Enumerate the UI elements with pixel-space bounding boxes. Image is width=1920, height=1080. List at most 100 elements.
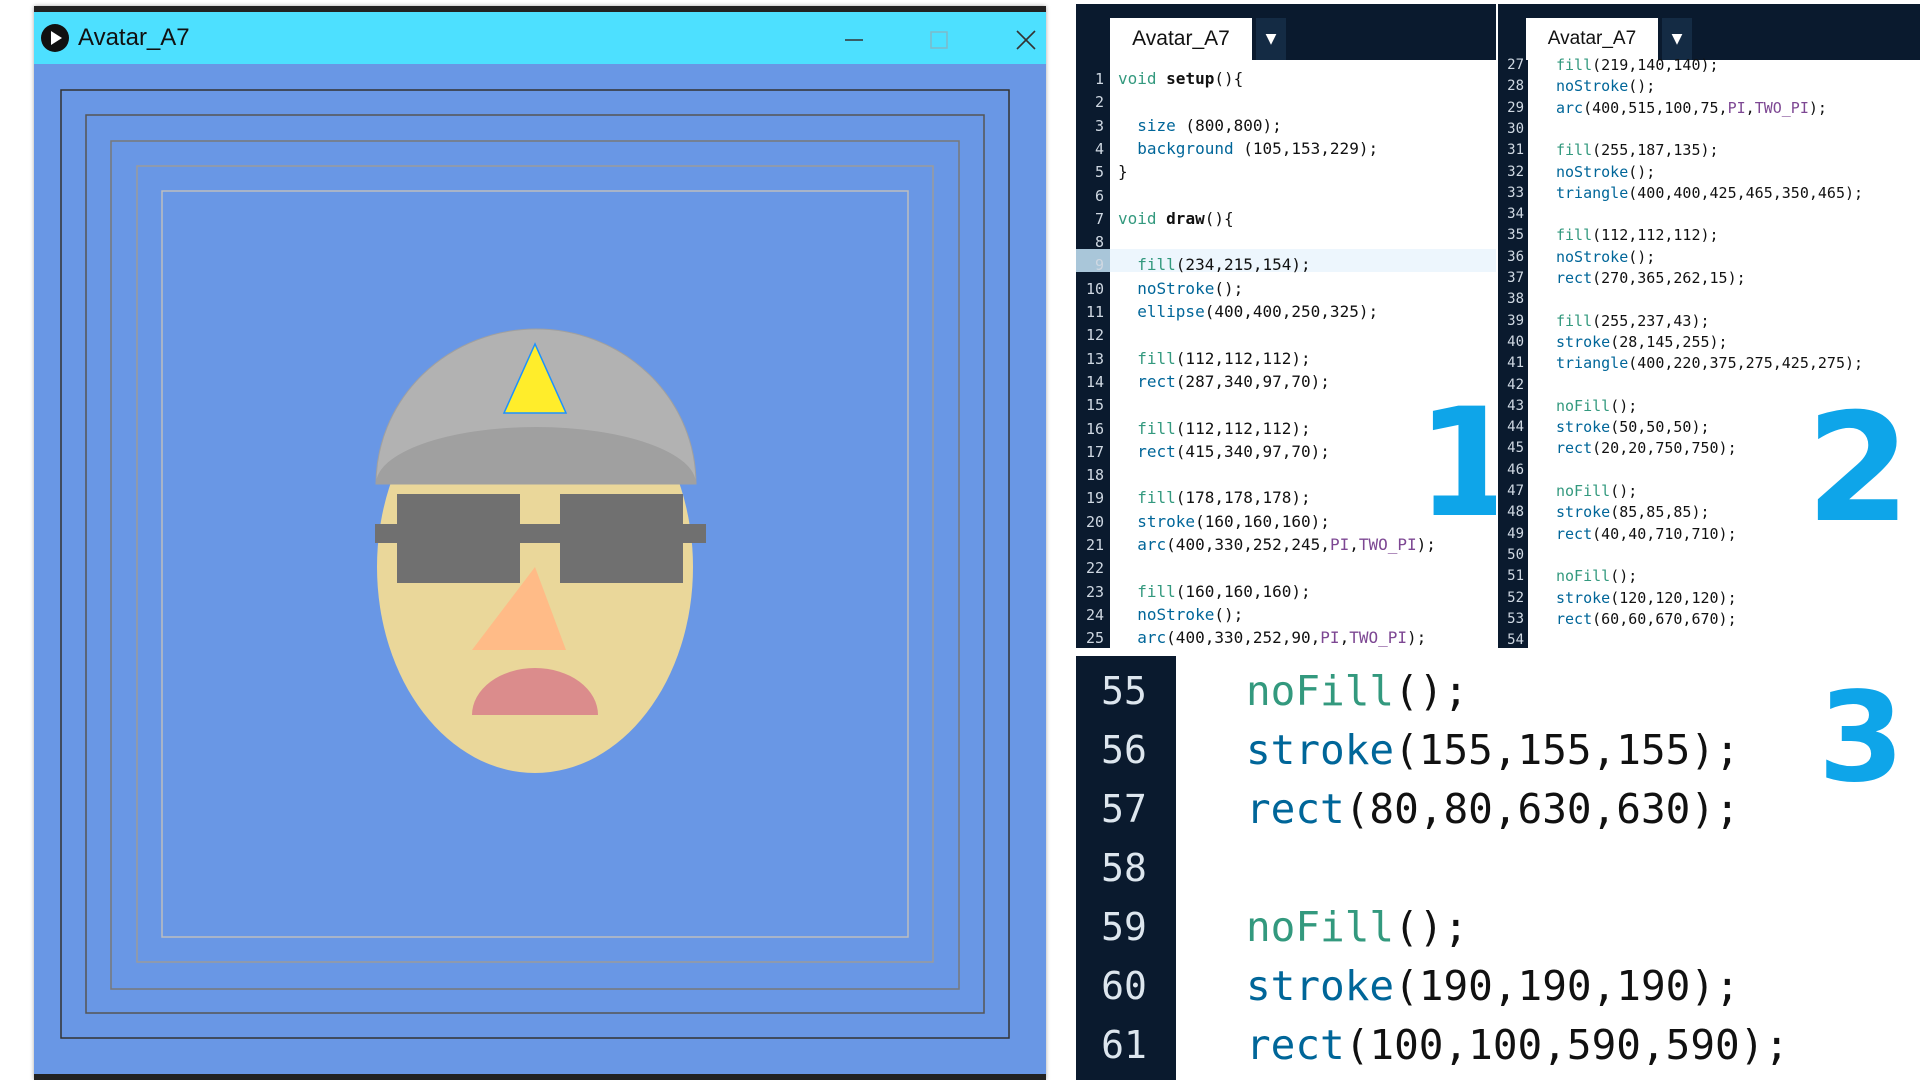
line-number: 9 (1094, 256, 1104, 275)
window-title: Avatar_A7 (78, 24, 190, 51)
line-number: 58 (1101, 846, 1147, 890)
code-line[interactable]: noStroke(); (1118, 605, 1243, 625)
code-line[interactable]: noFill(); (1556, 566, 1637, 586)
line-number: 50 (1507, 546, 1524, 563)
line-number: 55 (1101, 669, 1147, 713)
triangle-down-icon: ▼ (1265, 31, 1277, 47)
code-line[interactable]: triangle(400,400,425,465,350,465); (1556, 183, 1863, 203)
panel-number-label: 3 (1818, 666, 1905, 810)
code-line[interactable]: arc(400,330,252,245,PI,TWO_PI); (1118, 535, 1436, 555)
avatar-glasses-left (397, 494, 520, 583)
line-number: 17 (1085, 442, 1104, 461)
code-line[interactable]: stroke(155,155,155); (1246, 727, 1740, 773)
code-line[interactable]: rect(415,340,97,70); (1118, 442, 1330, 462)
line-number: 13 (1085, 349, 1104, 368)
line-number: 34 (1507, 206, 1524, 223)
code-line[interactable]: rect(40,40,710,710); (1556, 524, 1737, 544)
code-line[interactable]: stroke(50,50,50); (1556, 417, 1710, 437)
avatar-glasses-right (560, 494, 683, 583)
code-line[interactable]: noStroke(); (1556, 76, 1655, 96)
tab-avatar-a7[interactable]: Avatar_A7 (1110, 18, 1252, 60)
triangle-down-icon: ▼ (1671, 31, 1683, 47)
code-line[interactable]: noStroke(); (1556, 162, 1655, 182)
code-line[interactable]: noStroke(); (1118, 279, 1243, 299)
line-number: 20 (1085, 512, 1104, 531)
line-number: 46 (1507, 461, 1524, 478)
code-line[interactable]: rect(287,340,97,70); (1118, 372, 1330, 392)
code-line[interactable]: noFill(); (1246, 668, 1468, 714)
line-number: 52 (1507, 589, 1524, 606)
code-line[interactable]: triangle(400,220,375,275,425,275); (1556, 353, 1863, 373)
window-title-bar[interactable]: Avatar_A7 (34, 12, 1046, 64)
code-line[interactable]: fill(255,237,43); (1556, 311, 1710, 331)
code-line[interactable]: stroke(160,160,160); (1118, 512, 1330, 532)
code-line[interactable]: stroke(190,190,190); (1246, 963, 1740, 1009)
code-line[interactable]: arc(400,330,252,90,PI,TWO_PI); (1118, 628, 1426, 648)
line-number: 42 (1507, 376, 1524, 393)
line-number: 49 (1507, 525, 1524, 542)
minimize-button[interactable] (824, 18, 884, 62)
editor-panel-3-zoomed: 55 noFill(); 56 stroke(155,155,155); 57 rect(… (1076, 656, 1920, 1080)
line-number: 61 (1101, 1023, 1147, 1067)
code-line[interactable]: background (105,153,229); (1118, 139, 1378, 159)
line-number: 5 (1094, 163, 1104, 182)
line-number: 18 (1085, 466, 1104, 485)
code-line[interactable]: rect(20,20,750,750); (1556, 438, 1737, 458)
code-line[interactable]: } (1118, 162, 1128, 182)
code-line[interactable]: void draw(){ (1118, 209, 1234, 229)
line-number: 48 (1507, 504, 1524, 521)
line-number: 38 (1507, 291, 1524, 308)
code-line[interactable]: noFill(); (1556, 481, 1637, 501)
code-line[interactable]: void setup(){ (1118, 69, 1243, 89)
editor-panel-1: Avatar_A7 ▼ 1 void setup(){2 3 size (800,8… (1076, 4, 1496, 648)
line-number: 54 (1507, 632, 1524, 648)
code-line[interactable]: ellipse(400,400,250,325); (1118, 302, 1378, 322)
line-number: 12 (1085, 326, 1104, 345)
line-number: 15 (1085, 396, 1104, 415)
tab-dropdown-button[interactable]: ▼ (1256, 18, 1286, 60)
code-line[interactable]: fill(178,178,178); (1118, 488, 1310, 508)
sketch-window: Avatar_A7 (34, 6, 1046, 1080)
line-number: 8 (1094, 233, 1104, 252)
code-line[interactable]: stroke(85,85,85); (1556, 502, 1710, 522)
code-line[interactable]: noFill(); (1556, 396, 1637, 416)
line-number: 53 (1507, 610, 1524, 627)
code-line[interactable]: rect(80,80,630,630); (1246, 786, 1740, 832)
maximize-button[interactable] (909, 18, 969, 62)
panel-number-label: 1 (1416, 377, 1496, 551)
line-number: 19 (1085, 489, 1104, 508)
code-line[interactable]: rect(60,60,670,670); (1556, 609, 1737, 629)
code-line[interactable]: fill(112,112,112); (1118, 349, 1310, 369)
line-number: 7 (1094, 209, 1104, 228)
code-line[interactable]: fill(112,112,112); (1556, 225, 1719, 245)
tab-avatar-a7[interactable]: Avatar_A7 (1526, 18, 1658, 60)
code-line[interactable]: stroke(120,120,120); (1556, 588, 1737, 608)
code-line[interactable]: fill(112,112,112); (1118, 419, 1310, 439)
code-line[interactable]: stroke(28,145,255); (1556, 332, 1728, 352)
line-number: 60 (1101, 964, 1147, 1008)
line-number: 40 (1507, 333, 1524, 350)
line-number: 43 (1507, 397, 1524, 414)
line-number: 1 (1094, 70, 1104, 88)
code-line[interactable]: rect(270,365,262,15); (1556, 268, 1746, 288)
line-number: 14 (1085, 372, 1104, 391)
code-line[interactable]: noFill(); (1246, 904, 1468, 950)
editor-panel-2: Avatar_A7 ▼ 27 fill(219,140,140); 28 noStro… (1498, 4, 1920, 648)
code-line[interactable]: fill(234,215,154); (1118, 255, 1310, 275)
line-number: 31 (1507, 142, 1524, 159)
line-number: 57 (1101, 787, 1147, 831)
line-number: 35 (1507, 227, 1524, 244)
code-line[interactable]: size (800,800); (1118, 116, 1282, 136)
close-button[interactable] (996, 18, 1046, 62)
line-number: 41 (1507, 355, 1524, 372)
line-number: 27 (1507, 57, 1524, 73)
code-line[interactable]: fill(255,187,135); (1556, 140, 1719, 160)
code-line[interactable]: noStroke(); (1556, 247, 1655, 267)
tab-dropdown-button[interactable]: ▼ (1662, 18, 1692, 60)
code-line[interactable]: arc(400,515,100,75,PI,TWO_PI); (1556, 98, 1827, 118)
line-number: 51 (1507, 568, 1524, 585)
code-line[interactable]: rect(100,100,590,590); (1246, 1022, 1789, 1068)
code-line[interactable]: fill(160,160,160); (1118, 582, 1310, 602)
code-line[interactable]: fill(219,140,140); (1556, 55, 1719, 75)
line-number: 16 (1085, 419, 1104, 438)
